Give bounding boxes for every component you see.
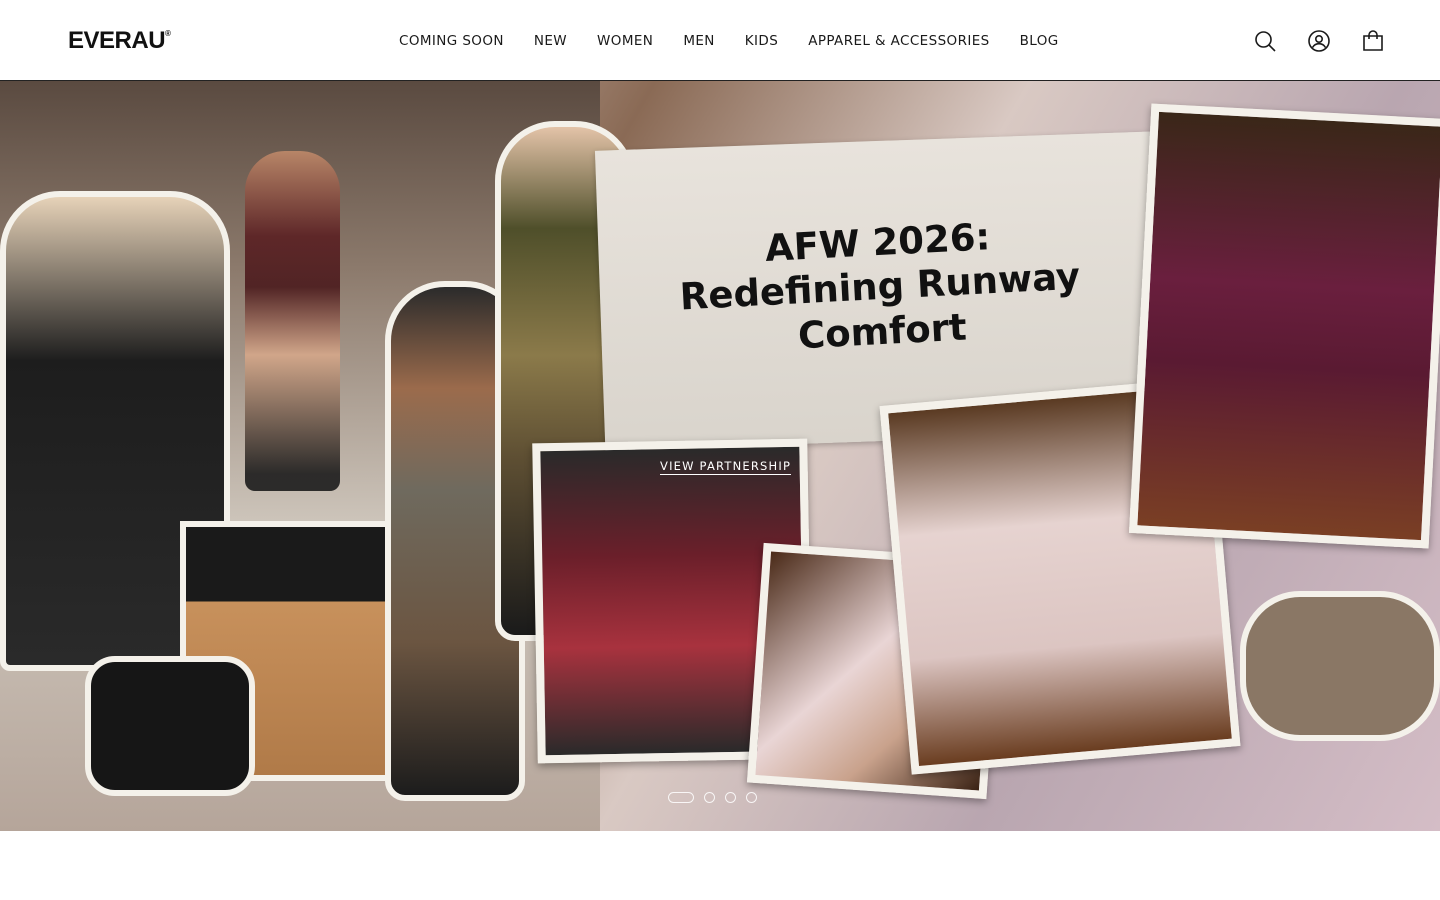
nav-item-kids[interactable]: KIDS (745, 33, 778, 49)
search-button[interactable] (1252, 28, 1278, 54)
slide-dot-2[interactable] (704, 792, 715, 803)
clog-cutout (1240, 591, 1440, 741)
hero-title: AFW 2026: Redefining Runway Comfort (678, 215, 1082, 358)
cart-icon (1363, 30, 1383, 51)
brand-logo[interactable]: EVERAU® (68, 27, 171, 55)
account-icon (1308, 30, 1330, 52)
nav-item-new[interactable]: NEW (534, 33, 567, 49)
cart-button[interactable] (1360, 28, 1386, 54)
nav-item-coming-soon[interactable]: COMING SOON (399, 33, 504, 49)
nav-item-women[interactable]: WOMEN (597, 33, 653, 49)
hero-banner[interactable]: AFW 2026: Redefining Runway Comfort VIEW… (0, 81, 1440, 831)
site-header: EVERAU® COMING SOON NEW WOMEN MEN KIDS A… (0, 0, 1440, 81)
header-actions (1252, 28, 1386, 54)
slide-dot-3[interactable] (725, 792, 736, 803)
nav-item-men[interactable]: MEN (683, 33, 714, 49)
slide-dot-1[interactable] (668, 792, 694, 803)
nav-item-apparel-accessories[interactable]: APPAREL & ACCESSORIES (808, 33, 989, 49)
search-icon (1255, 31, 1276, 52)
nav-item-blog[interactable]: BLOG (1020, 33, 1059, 49)
main-nav: COMING SOON NEW WOMEN MEN KIDS APPAREL &… (399, 31, 1059, 51)
view-partnership-link[interactable]: VIEW PARTNERSHIP (660, 459, 792, 475)
account-button[interactable] (1306, 28, 1332, 54)
slider-pagination (668, 792, 757, 803)
runway-model-figure (245, 151, 340, 491)
photo-satin-dress (1128, 103, 1440, 549)
black-boots-cutout (85, 656, 255, 796)
slide-dot-4[interactable] (746, 792, 757, 803)
